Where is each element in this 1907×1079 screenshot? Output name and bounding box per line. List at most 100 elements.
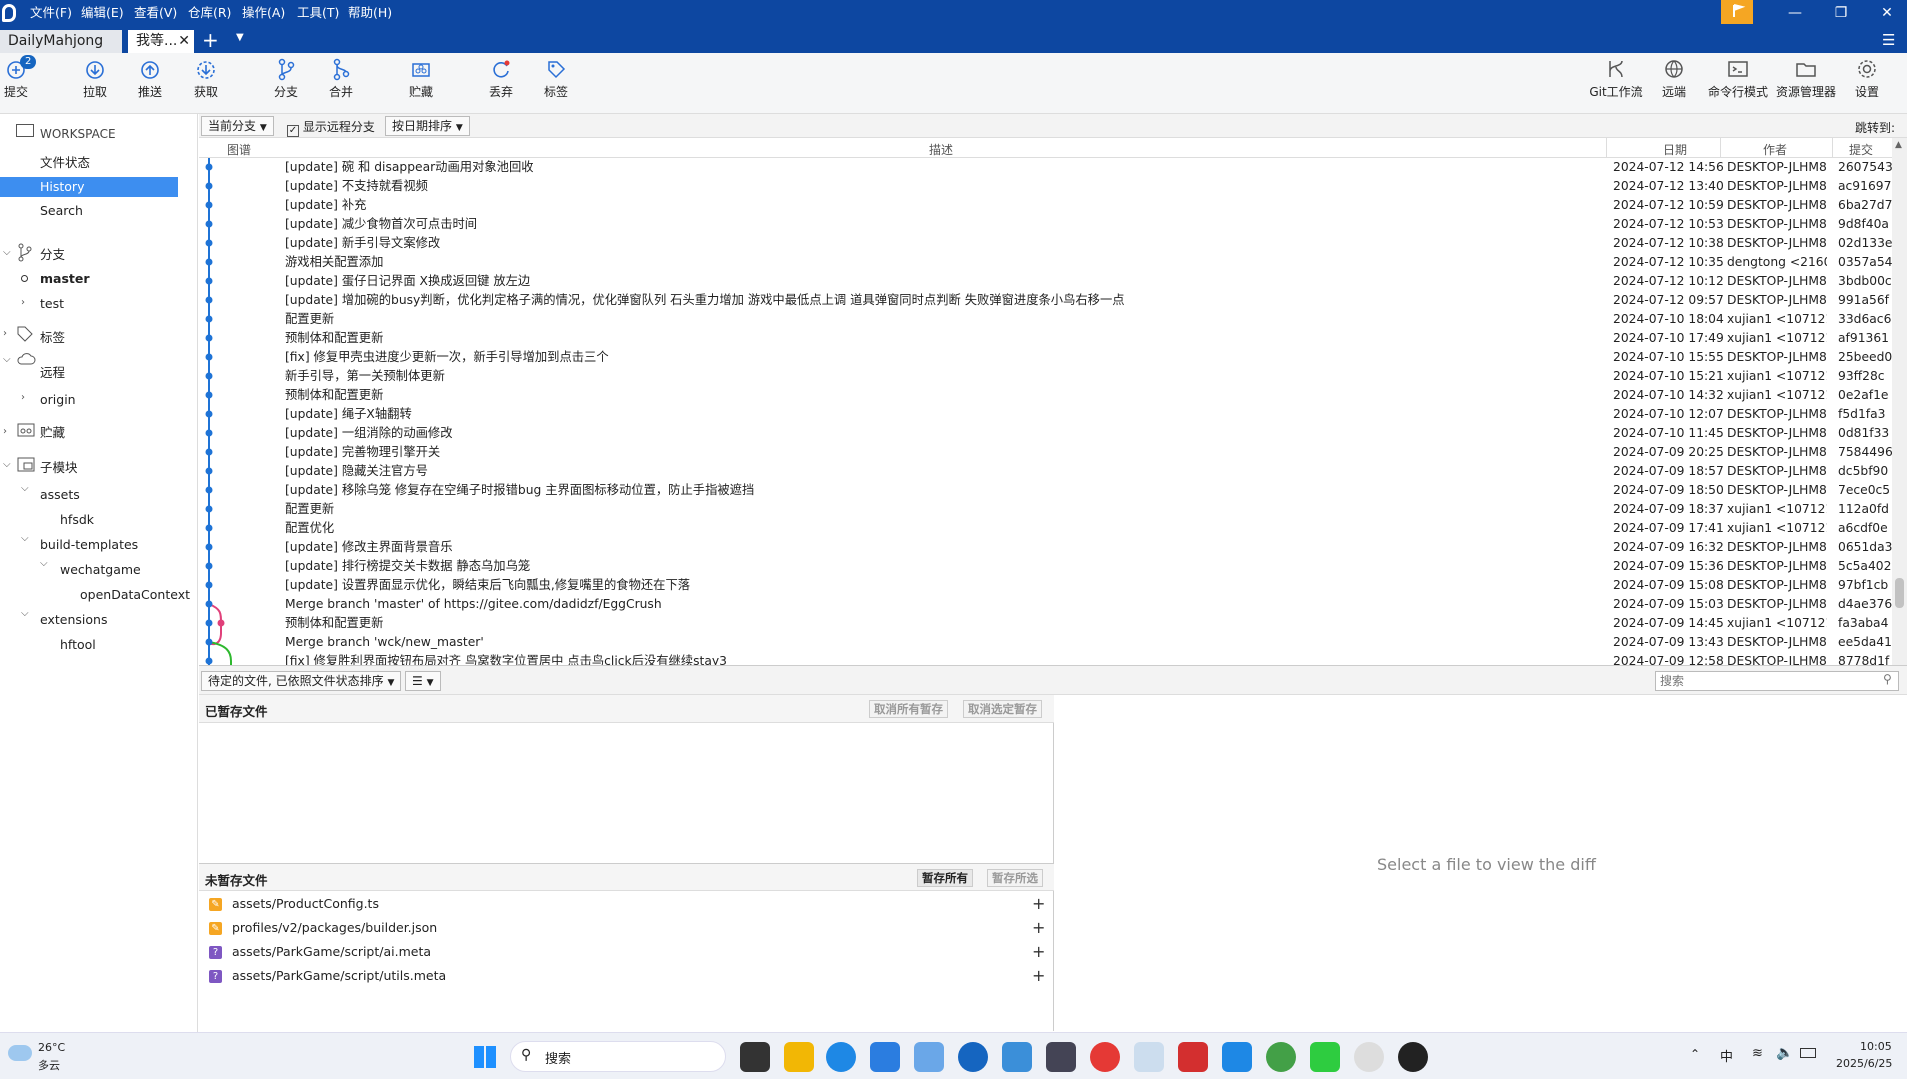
pending-files-sort-dropdown[interactable]: 待定的文件, 已依照文件状态排序 ▼ — [201, 671, 402, 691]
file-explorer-icon[interactable] — [784, 1042, 814, 1072]
column-author[interactable]: 作者 — [1763, 141, 1787, 158]
add-tab-button[interactable]: + — [202, 28, 219, 52]
sidebar-tags-header[interactable]: 标签 — [40, 327, 65, 346]
remote-button[interactable]: 远端 — [1644, 57, 1704, 100]
commit-row[interactable]: [update] 绳子X轴翻转 2024-07-10 12:07 DESKTOP-J… — [199, 405, 1892, 424]
vscode-icon[interactable] — [870, 1042, 900, 1072]
sidebar-remotes-header[interactable]: 远程 — [40, 362, 65, 381]
commit-row[interactable]: [fix] 修复甲壳虫进度少更新一次，新手引导增加到点击三个 2024-07-10… — [199, 348, 1892, 367]
stage-selected-button[interactable]: 暂存所选 — [987, 869, 1043, 887]
commit-button[interactable]: 提交 2 — [0, 55, 46, 100]
history-scrollbar[interactable]: ▲ — [1892, 138, 1907, 665]
merge-button[interactable]: 合并 — [311, 57, 371, 100]
scroll-up-arrow-icon[interactable]: ▲ — [1895, 140, 1902, 150]
restore-button[interactable]: ❐ — [1818, 0, 1864, 26]
chevron-down-icon[interactable]: ⌵ — [21, 483, 29, 494]
fetch-button[interactable]: 获取 — [176, 57, 236, 100]
commit-row[interactable]: [update] 一组消除的动画修改 2024-07-10 11:45 DESKTO… — [199, 424, 1892, 443]
sidebar-submodule-extensions[interactable]: extensions — [40, 612, 107, 627]
unstaged-file-row[interactable]: ? assets/ParkGame/script/utils.meta + — [199, 964, 1054, 988]
app-icon[interactable] — [1134, 1042, 1164, 1072]
app-icon[interactable] — [1222, 1042, 1252, 1072]
commit-row[interactable]: [update] 排行榜提交关卡数据 静态乌加乌笼 2024-07-09 15:3… — [199, 557, 1892, 576]
sidebar-stash-header[interactable]: 贮藏 — [40, 422, 65, 441]
column-commit[interactable]: 提交 — [1849, 141, 1873, 158]
sidebar-submodule-wechatgame[interactable]: wechatgame — [60, 562, 141, 577]
commit-row[interactable]: 新手引导，第一关预制体更新 2024-07-10 15:21 xujian1 <10… — [199, 367, 1892, 386]
sort-dropdown[interactable]: 按日期排序 ▼ — [385, 116, 470, 136]
column-description[interactable]: 描述 — [929, 141, 953, 158]
clock-time[interactable]: 10:05 — [1860, 1040, 1892, 1053]
tab-active-repo[interactable]: 我等... ✕ — [128, 30, 194, 53]
chevron-right-icon[interactable]: › — [21, 392, 25, 403]
flag-icon[interactable] — [1721, 0, 1753, 24]
stash-button[interactable]: 贮藏 — [391, 57, 451, 100]
commit-row[interactable]: 配置更新 2024-07-10 18:04xujian1 <1071212 33d6… — [199, 310, 1892, 329]
windows-start-icon[interactable] — [474, 1046, 496, 1068]
menu-edit[interactable]: 编辑(E) — [81, 0, 124, 26]
chevron-down-icon[interactable]: ⌵ — [40, 558, 48, 569]
weather-desc[interactable]: 多云 — [38, 1057, 60, 1073]
commit-row[interactable]: Merge branch 'wck/new_master' 2024-07-09 … — [199, 633, 1892, 652]
commit-row[interactable]: [update] 隐藏关注官方号 2024-07-09 18:57 DESKTOP-… — [199, 462, 1892, 481]
unstaged-file-row[interactable]: ✎ profiles/v2/packages/builder.json + — [199, 916, 1054, 940]
menu-action[interactable]: 操作(A) — [242, 0, 285, 26]
push-button[interactable]: 推送 — [120, 57, 180, 100]
sidebar-item-search[interactable]: Search — [40, 203, 83, 218]
ime-indicator[interactable]: 中 — [1720, 1046, 1733, 1065]
discard-button[interactable]: 丢弃 — [471, 57, 531, 100]
column-date[interactable]: 日期 — [1663, 141, 1687, 158]
show-remote-branches-checkbox[interactable]: ✓ 显示远程分支 — [287, 118, 375, 137]
tab-dailymahjong[interactable]: DailyMahjong — [0, 30, 122, 53]
commit-row[interactable]: 配置优化 2024-07-09 17:41xujian1 <1071212 a6cd… — [199, 519, 1892, 538]
stage-all-button[interactable]: 暂存所有 — [917, 869, 973, 887]
unstaged-file-row[interactable]: ✎ assets/ProductConfig.ts + — [199, 892, 1054, 916]
sidebar-item-history[interactable] — [0, 177, 178, 197]
menu-view[interactable]: 查看(V) — [134, 0, 177, 26]
commit-row[interactable]: [update] 完善物理引擎开关 2024-07-09 20:25 DESKTOP… — [199, 443, 1892, 462]
commit-row[interactable]: 预制体和配置更新 2024-07-09 14:45xujian1 <1071212… — [199, 614, 1892, 633]
sidebar-submodules-header[interactable]: 子模块 — [40, 457, 78, 476]
commit-row[interactable]: [update] 碗 和 disappear动画用对象池回收 2024-07-12… — [199, 158, 1892, 177]
menu-tools[interactable]: 工具(T) — [297, 0, 339, 26]
unstage-selected-button[interactable]: 取消选定暂存 — [963, 700, 1042, 718]
commit-row[interactable]: [update] 修改主界面背景音乐 2024-07-09 16:32 DESKTO… — [199, 538, 1892, 557]
stage-file-plus-icon[interactable]: + — [1032, 940, 1045, 964]
commit-row[interactable]: [update] 减少食物首次可点击时间 2024-07-12 10:53 DESK… — [199, 215, 1892, 234]
wechat-icon[interactable] — [1310, 1042, 1340, 1072]
edge-icon[interactable] — [826, 1042, 856, 1072]
commit-row[interactable]: [update] 新手引导文案修改 2024-07-12 10:38 DESKTOP… — [199, 234, 1892, 253]
view-mode-dropdown[interactable]: ☰ ▼ — [405, 671, 441, 691]
commit-row[interactable]: 预制体和配置更新 2024-07-10 17:49xujian1 <1071212… — [199, 329, 1892, 348]
chevron-down-icon[interactable]: ⌵ — [21, 608, 29, 619]
tray-chevron-up-icon[interactable]: ⌃ — [1690, 1047, 1700, 1061]
menu-help[interactable]: 帮助(H) — [348, 0, 392, 26]
task-view-icon[interactable] — [740, 1042, 770, 1072]
git-flow-button[interactable]: Git工作流 — [1586, 57, 1646, 100]
commit-row[interactable]: [update] 设置界面显示优化，瞬结束后飞向瓢虫,修复嘴里的食物还在下落 20… — [199, 576, 1892, 595]
unstage-all-button[interactable]: 取消所有暂存 — [869, 700, 948, 718]
taskbar-search-box[interactable]: ⚲ 搜索 — [510, 1041, 726, 1072]
sidebar-submodule-opendatacontext[interactable]: openDataContext — [80, 587, 190, 602]
settings-button[interactable]: 设置 — [1842, 57, 1892, 100]
tag-button[interactable]: 标签 — [526, 57, 586, 100]
chevron-right-icon[interactable]: › — [3, 426, 7, 437]
commit-row[interactable]: [update] 蛋仔日记界面 X换成返回键 放左边 2024-07-12 10:… — [199, 272, 1892, 291]
menu-file[interactable]: 文件(F) — [30, 0, 72, 26]
sourcetree-icon[interactable] — [958, 1042, 988, 1072]
cocos-icon[interactable] — [1002, 1042, 1032, 1072]
translate-app-icon[interactable] — [914, 1042, 944, 1072]
chevron-down-icon[interactable]: ⌵ — [3, 354, 11, 365]
file-search-input[interactable] — [1655, 671, 1899, 691]
commit-row[interactable]: Merge branch 'master' of https://gitee.c… — [199, 595, 1892, 614]
sidebar-submodule-hftool[interactable]: hftool — [60, 637, 96, 652]
sidebar-branch-test[interactable]: test — [40, 296, 64, 311]
weather-cloud-icon[interactable] — [8, 1045, 32, 1061]
chevron-down-icon[interactable]: ⌵ — [3, 459, 11, 470]
column-graph[interactable]: 图谱 — [227, 141, 251, 158]
menu-repo[interactable]: 仓库(R) — [188, 0, 231, 26]
tab-dropdown-icon[interactable]: ▼ — [236, 32, 244, 43]
sidebar-remote-origin[interactable]: origin — [40, 392, 76, 407]
terminal-button[interactable]: 命令行模式 — [1705, 57, 1771, 100]
commit-row[interactable]: 配置更新 2024-07-09 18:37xujian1 <1071212 112a… — [199, 500, 1892, 519]
